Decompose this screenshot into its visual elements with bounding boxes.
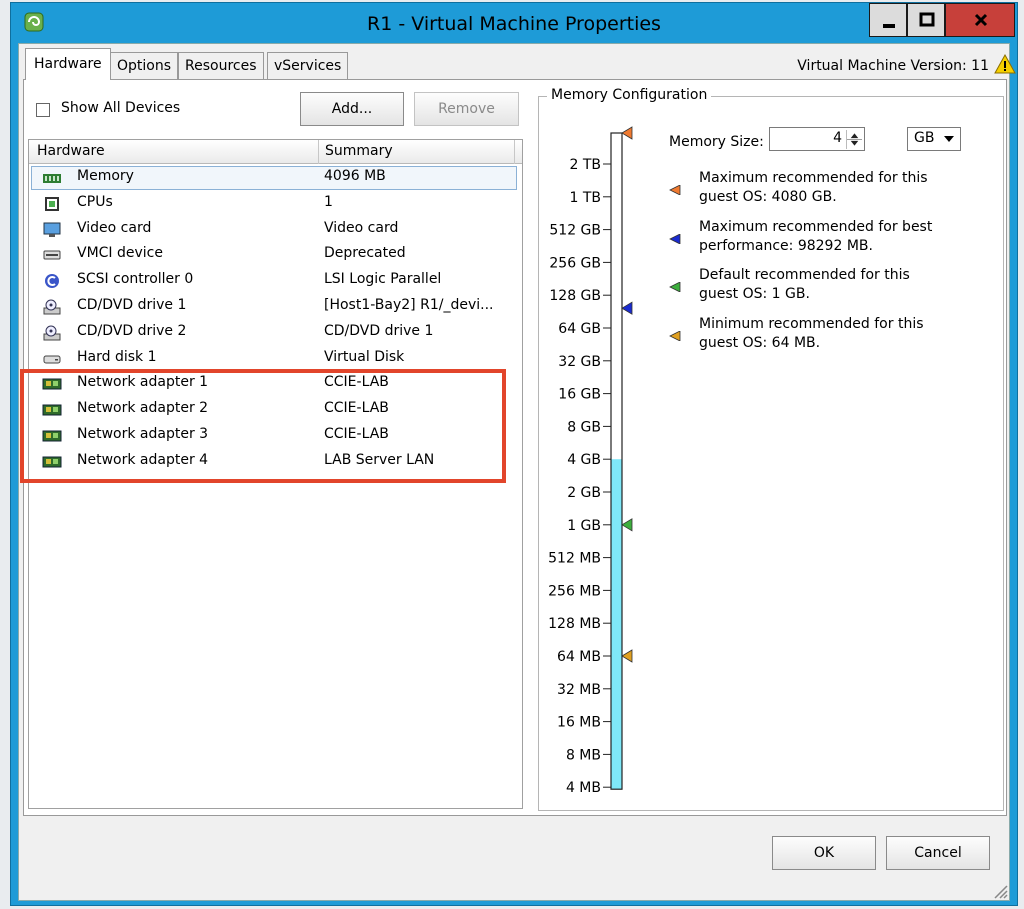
checkbox-box[interactable]: [36, 103, 50, 117]
monitor-icon: [42, 222, 62, 238]
scale-label: 64 GB: [558, 321, 601, 337]
memory-marker: [621, 301, 633, 315]
legend-marker-icon: [669, 280, 681, 293]
add-button[interactable]: Add...: [300, 92, 404, 126]
scale-label: 4 MB: [566, 780, 601, 796]
memory-configuration-group: Memory Configuration 2 TB 1 TB 512 GB 256 G…: [538, 87, 1004, 812]
network-adapters-highlight: [20, 369, 506, 483]
scale-label: 32 MB: [557, 682, 601, 698]
scale-label: 2 TB: [569, 157, 601, 173]
hardware-summary: Deprecated: [324, 245, 406, 262]
window-title: R1 - Virtual Machine Properties: [367, 13, 661, 35]
vm-version-label: Virtual Machine Version: 11: [797, 58, 989, 74]
tab-hardware[interactable]: Hardware: [25, 48, 111, 80]
memory-size-input[interactable]: 4: [769, 127, 865, 151]
cancel-button[interactable]: Cancel: [886, 836, 990, 870]
hardware-name: Video card: [77, 219, 152, 236]
hardware-summary: Virtual Disk: [324, 348, 405, 365]
hardware-summary: LSI Logic Parallel: [324, 271, 442, 288]
hard-disk-icon: [42, 351, 62, 367]
cd-drive-icon: [42, 299, 62, 315]
warning-icon[interactable]: [994, 54, 1016, 74]
remove-button[interactable]: Remove: [414, 92, 519, 126]
memory-icon: [42, 170, 62, 186]
title-bar[interactable]: R1 - Virtual Machine Properties: [11, 3, 1017, 43]
memory-unit-select[interactable]: GB: [907, 127, 961, 151]
hardware-name: CD/DVD drive 1: [77, 297, 187, 313]
hardware-name: CPUs: [77, 193, 113, 210]
table-row[interactable]: CD/DVD drive 2 CD/DVD drive 1: [29, 320, 522, 346]
show-all-devices-label: Show All Devices: [61, 100, 181, 116]
scale-label: 64 MB: [557, 649, 601, 665]
scale-label: 8 MB: [566, 747, 601, 763]
legend-text: Maximum recommended for this guest OS: 4…: [699, 170, 928, 205]
legend-text: Minimum recommended for this guest OS: 6…: [699, 315, 924, 351]
scale-label: 256 GB: [549, 255, 601, 271]
table-header: Hardware Summary: [29, 140, 522, 164]
cd-drive-icon: [42, 325, 62, 341]
table-row[interactable]: Video card Video card: [29, 217, 522, 243]
hardware-name: Memory: [77, 168, 134, 184]
table-row[interactable]: SCSI controller 0 LSI Logic Parallel: [29, 268, 522, 294]
legend-marker-icon: [669, 329, 681, 342]
spinner-icon[interactable]: [846, 130, 862, 149]
hardware-summary: CD/DVD drive 1: [324, 322, 434, 339]
memory-size-value: 4: [833, 130, 842, 146]
tab-resources[interactable]: Resources: [178, 52, 264, 80]
close-icon: [974, 13, 988, 27]
column-header-hardware[interactable]: Hardware: [29, 140, 319, 164]
hardware-summary: [Host1-Bay2] R1/_devi...: [324, 297, 494, 313]
device-icon: [42, 247, 62, 263]
hardware-summary: Video card: [324, 219, 399, 236]
cpu-icon: [42, 196, 62, 212]
minimize-button[interactable]: [869, 3, 907, 37]
ok-button[interactable]: OK: [772, 836, 876, 870]
maximize-icon: [919, 12, 935, 27]
memory-scale[interactable]: 2 TB 1 TB 512 GB 256 GB 128 GB 64 GB 32 GB 16 G…: [539, 97, 669, 812]
legend-text: Maximum recommended for best performance…: [699, 218, 933, 254]
memory-marker: [621, 649, 633, 663]
maximize-button[interactable]: [907, 3, 945, 37]
table-row[interactable]: CPUs 1: [29, 191, 522, 217]
scale-label: 1 GB: [567, 518, 601, 534]
hardware-summary: 4096 MB: [324, 168, 386, 184]
scale-label: 16 GB: [558, 387, 601, 403]
memory-size-label: Memory Size:: [669, 134, 764, 150]
hardware-summary: 1: [324, 193, 333, 210]
scale-label: 4 GB: [567, 452, 601, 468]
hardware-name: VMCI device: [77, 245, 163, 262]
column-header-summary[interactable]: Summary: [319, 140, 515, 164]
memory-scale-fill: [611, 459, 622, 790]
chevron-down-icon: [944, 136, 954, 142]
scale-label: 16 MB: [557, 715, 601, 731]
close-button[interactable]: [945, 3, 1015, 37]
minimize-icon: [883, 24, 895, 28]
table-row[interactable]: VMCI device Deprecated: [29, 242, 522, 268]
scale-label: 8 GB: [567, 419, 601, 435]
tab-vservices[interactable]: vServices: [267, 52, 349, 80]
memory-marker: [621, 518, 633, 532]
memory-marker: [621, 126, 633, 140]
scale-label: 512 GB: [549, 223, 601, 239]
hardware-name: SCSI controller 0: [77, 271, 194, 288]
legend-text: Default recommended for this guest OS: 1…: [699, 267, 910, 302]
scale-label: 32 GB: [558, 354, 601, 370]
legend-marker-icon: [669, 183, 681, 196]
table-row[interactable]: Hard disk 1 Virtual Disk: [29, 346, 522, 372]
scale-label: 512 MB: [548, 551, 601, 567]
tab-options[interactable]: Options: [110, 52, 179, 80]
scale-label: 128 MB: [548, 616, 601, 632]
table-row[interactable]: CD/DVD drive 1 [Host1-Bay2] R1/_devi...: [29, 294, 522, 320]
scale-label: 128 GB: [549, 288, 601, 304]
scale-label: 256 MB: [548, 583, 601, 599]
scale-label: 2 GB: [567, 485, 601, 501]
legend-marker-icon: [669, 232, 681, 245]
scsi-icon: [42, 273, 62, 289]
scale-label: 1 TB: [569, 190, 601, 206]
hardware-name: Hard disk 1: [77, 348, 157, 365]
resize-grip-icon[interactable]: [989, 880, 1009, 900]
hardware-name: CD/DVD drive 2: [77, 322, 187, 339]
memory-unit-value: GB: [914, 130, 935, 146]
table-row[interactable]: Memory 4096 MB: [29, 165, 522, 191]
